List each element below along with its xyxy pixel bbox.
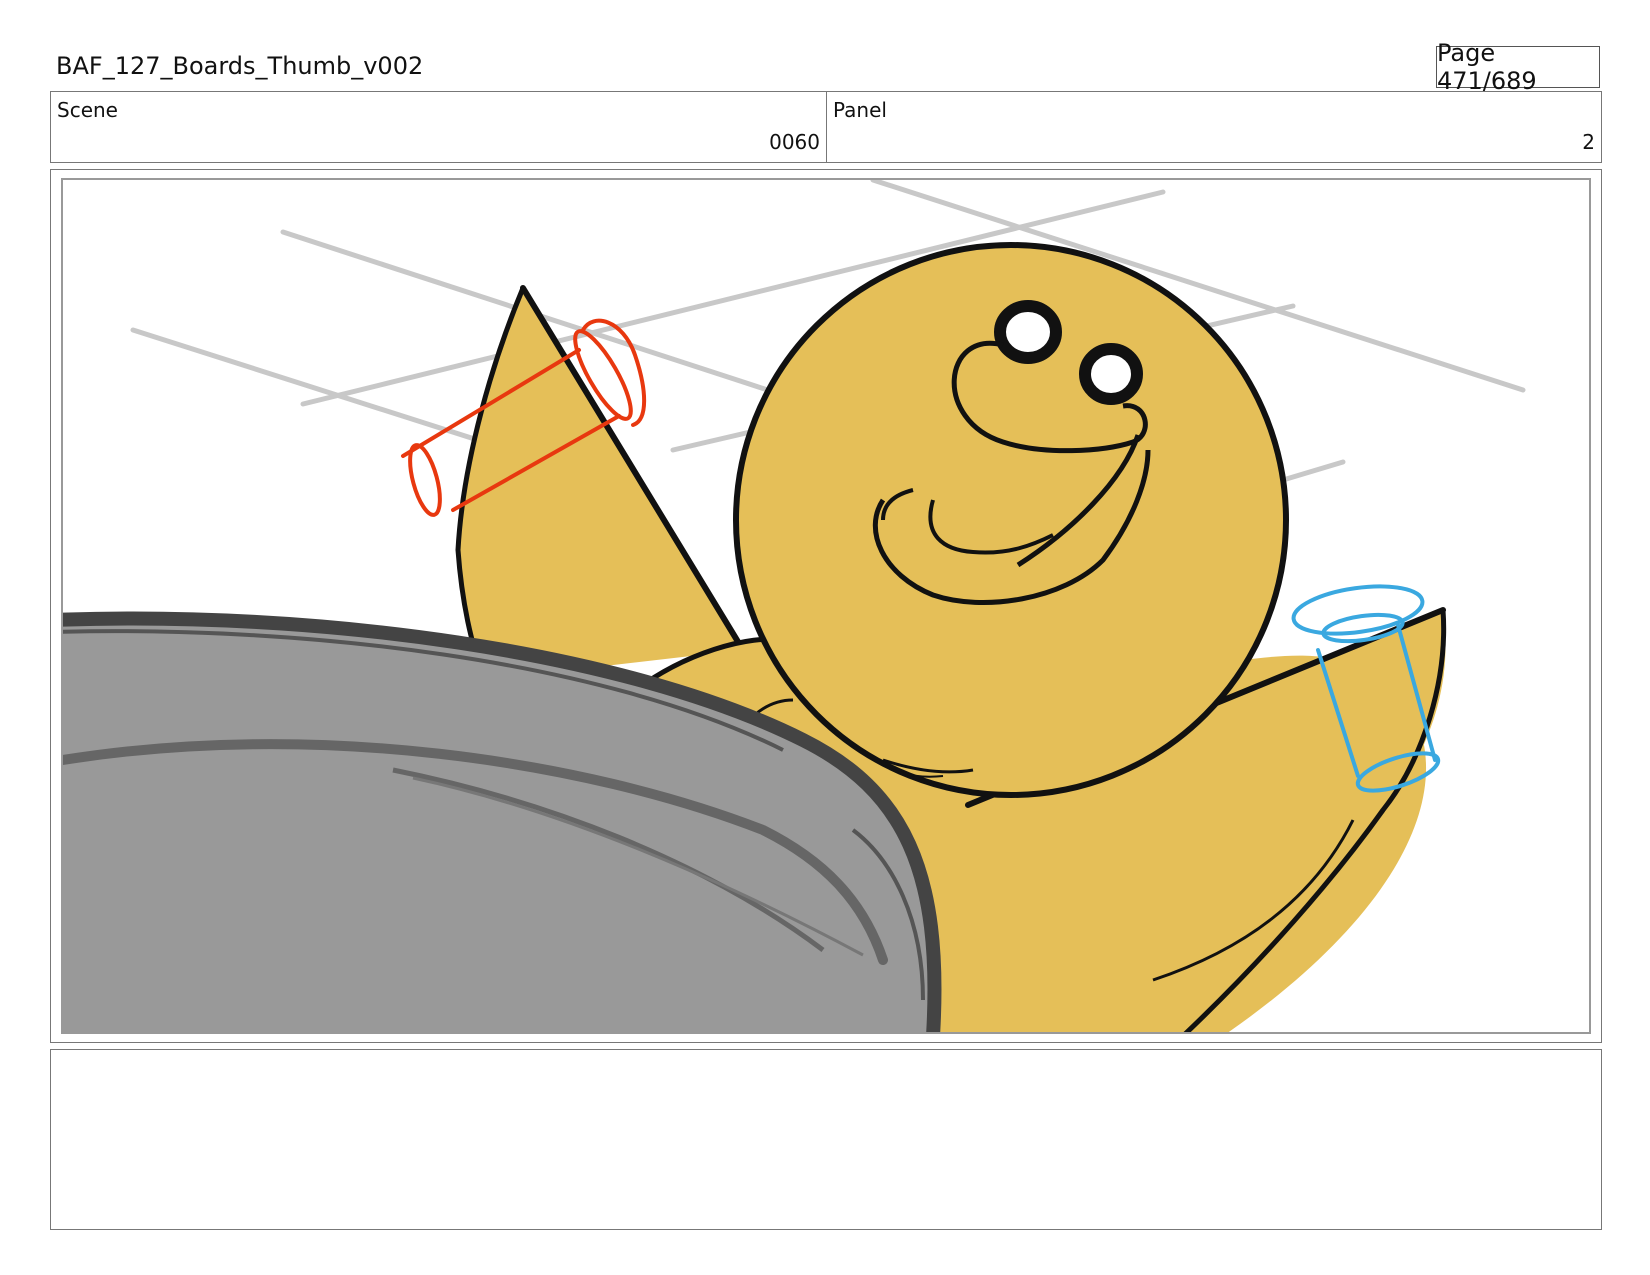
document-title: BAF_127_Boards_Thumb_v002: [56, 52, 424, 80]
scene-cell: Scene 0060: [51, 92, 827, 162]
panel-cell: Panel 2: [827, 92, 1601, 162]
character-drawing: [63, 180, 1526, 1032]
scene-label: Scene: [57, 98, 118, 122]
scene-value: 0060: [769, 130, 820, 154]
right-eye: [1079, 343, 1143, 405]
info-row: Scene 0060 Panel 2: [50, 91, 1602, 163]
left-eye: [994, 300, 1062, 364]
panel-label: Panel: [833, 98, 887, 122]
panel-value: 2: [1582, 130, 1595, 154]
notes-area: [50, 1049, 1602, 1230]
storyboard-frame: [50, 169, 1602, 1043]
page-indicator: Page 471/689: [1436, 39, 1600, 95]
storyboard-panel-image: [61, 178, 1591, 1034]
